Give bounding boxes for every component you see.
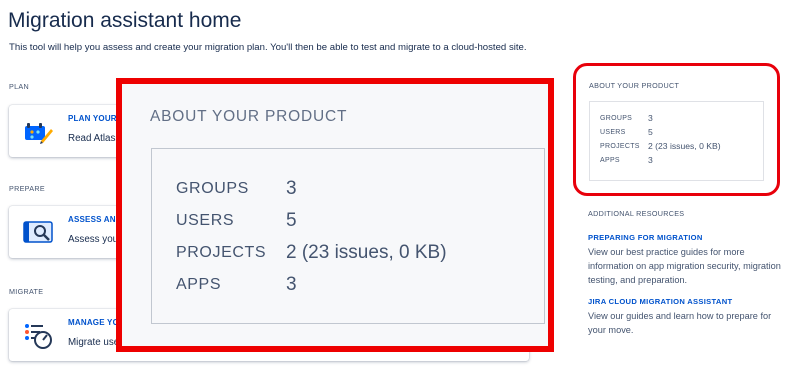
page-title: Migration assistant home bbox=[8, 9, 242, 32]
zoom-stat-value-apps: 3 bbox=[286, 274, 297, 295]
section-label-migrate: MIGRATE bbox=[9, 287, 44, 296]
zoom-callout: ABOUT YOUR PRODUCT GROUPS 3 USERS 5 PROJ… bbox=[116, 78, 554, 352]
zoom-stat-value-groups: 3 bbox=[286, 178, 297, 199]
preparing-for-migration-description: View our best practice guides for more i… bbox=[588, 247, 781, 285]
manage-card-title[interactable]: MANAGE YO bbox=[68, 318, 119, 327]
plan-card-title[interactable]: PLAN YOUR bbox=[68, 114, 117, 123]
plan-icon bbox=[21, 115, 55, 147]
assess-icon bbox=[21, 216, 55, 248]
zoom-stat-label-groups: GROUPS bbox=[176, 180, 249, 197]
section-label-plan: PLAN bbox=[9, 82, 29, 91]
zoom-about-product-panel: GROUPS 3 USERS 5 PROJECTS 2 (23 issues, … bbox=[151, 148, 545, 324]
preparing-for-migration-link[interactable]: PREPARING FOR MIGRATION bbox=[588, 233, 703, 242]
assess-card-description: Assess your bbox=[68, 234, 122, 245]
zoom-stat-label-users: USERS bbox=[176, 212, 235, 229]
plan-card-description: Read Atlass bbox=[68, 133, 121, 144]
zoom-stat-label-apps: APPS bbox=[176, 276, 222, 293]
additional-resources-heading: ADDITIONAL RESOURCES bbox=[588, 209, 685, 218]
about-product-highlight-ring bbox=[573, 63, 780, 196]
jira-cloud-migration-assistant-link[interactable]: JIRA CLOUD MIGRATION ASSISTANT bbox=[588, 297, 732, 306]
zoom-stat-value-users: 5 bbox=[286, 210, 297, 231]
manage-icon bbox=[21, 319, 55, 351]
jira-cloud-migration-assistant-description: View our guides and learn how to prepare… bbox=[588, 311, 772, 335]
section-label-prepare: PREPARE bbox=[9, 184, 45, 193]
manage-card-description: Migrate use bbox=[68, 337, 120, 348]
assess-card-title[interactable]: ASSESS AND bbox=[68, 215, 122, 224]
zoom-stat-label-projects: PROJECTS bbox=[176, 244, 267, 261]
zoom-about-product-heading: ABOUT YOUR PRODUCT bbox=[150, 108, 348, 125]
zoom-stat-value-projects: 2 (23 issues, 0 KB) bbox=[286, 242, 447, 263]
page-subtitle: This tool will help you assess and creat… bbox=[9, 42, 527, 53]
